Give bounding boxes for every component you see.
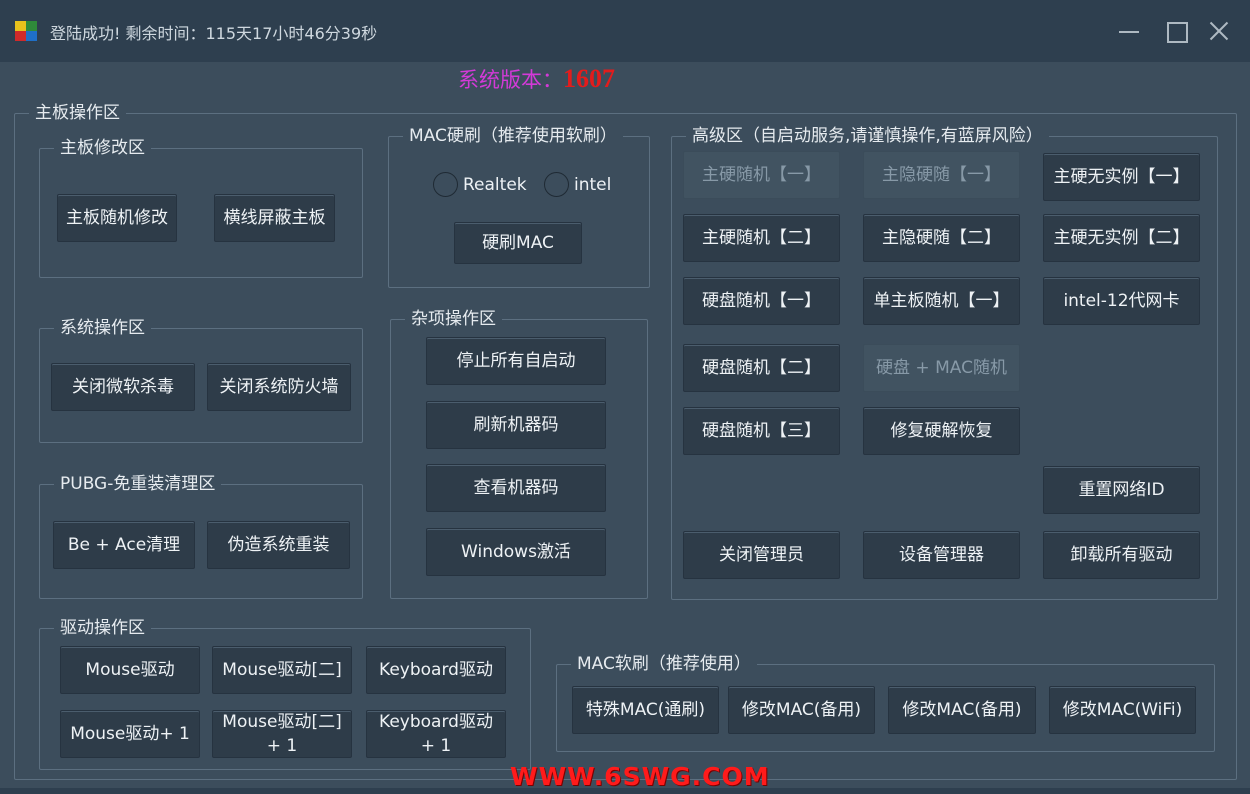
driver-operation-title: 驱动操作区 [54, 615, 151, 641]
disk-random-2-button[interactable]: 硬盘随机【二】 [683, 344, 840, 392]
mainboard-area-title: 主板操作区 [29, 100, 126, 126]
modify-mac-backup-2-button[interactable]: 修改MAC(备用) [888, 686, 1036, 734]
disable-firewall-button[interactable]: 关闭系统防火墙 [207, 363, 351, 411]
mainboard-modify-title: 主板修改区 [54, 135, 151, 161]
advanced-title: 高级区（自启动服务,请谨慎操作,有蓝屏风险） [686, 123, 1049, 149]
stop-autostart-button[interactable]: 停止所有自启动 [426, 337, 606, 385]
button-line-2: + 1 [420, 736, 452, 756]
maximize-icon[interactable] [1165, 20, 1188, 43]
close-admin-button[interactable]: 关闭管理员 [683, 531, 840, 579]
windows-activate-button[interactable]: Windows激活 [426, 528, 606, 576]
radio-label: Realtek [463, 174, 527, 195]
device-manager-button[interactable]: 设备管理器 [863, 531, 1020, 579]
no-instance-1-button[interactable]: 主硬无实例【一】 [1043, 153, 1200, 201]
mac-hard-flash-title: MAC硬刷（推荐使用软刷） [403, 123, 623, 149]
uninstall-drivers-button[interactable]: 卸载所有驱动 [1043, 531, 1200, 579]
button-line-1: Mouse驱动[二] [222, 712, 342, 732]
bottom-border [0, 788, 1250, 794]
mouse-driver-2-button[interactable]: Mouse驱动[二] [212, 646, 352, 694]
mouse-driver-button[interactable]: Mouse驱动 [60, 646, 200, 694]
title-bar: 登陆成功! 剩余时间：115天17小时46分39秒 [0, 0, 1250, 62]
misc-operation-title: 杂项操作区 [405, 306, 502, 332]
intel-12-nic-button[interactable]: intel-12代网卡 [1043, 277, 1200, 325]
hidden-disk-random-1-button[interactable]: 主隐硬随【一】 [863, 151, 1020, 199]
app-icon [15, 21, 37, 41]
radio-intel[interactable]: intel [544, 172, 611, 197]
modify-mac-wifi-button[interactable]: 修改MAC(WiFi) [1049, 686, 1196, 734]
system-version: 系统版本：1607 [458, 64, 615, 94]
window-title: 登陆成功! 剩余时间：115天17小时46分39秒 [50, 24, 378, 43]
disk-random-3-button[interactable]: 硬盘随机【三】 [683, 407, 840, 455]
disk-mac-random-button[interactable]: 硬盘 + MAC随机 [863, 344, 1020, 392]
mainboard-disk-random-2-button[interactable]: 主硬随机【二】 [683, 214, 840, 262]
system-operation-title: 系统操作区 [54, 315, 151, 341]
repair-restore-button[interactable]: 修复硬解恢复 [863, 407, 1020, 455]
radio-circle-icon [544, 172, 569, 197]
radio-circle-icon [433, 172, 458, 197]
special-mac-button[interactable]: 特殊MAC(通刷) [572, 686, 719, 734]
mouse-driver-2-plus1-button[interactable]: Mouse驱动[二] + 1 [212, 710, 352, 758]
be-ace-clean-button[interactable]: Be + Ace清理 [53, 521, 195, 569]
disable-defender-button[interactable]: 关闭微软杀毒 [51, 363, 195, 411]
disk-random-1-button[interactable]: 硬盘随机【一】 [683, 277, 840, 325]
refresh-machine-code-button[interactable]: 刷新机器码 [426, 401, 606, 449]
keyboard-driver-button[interactable]: Keyboard驱动 [366, 646, 506, 694]
no-instance-2-button[interactable]: 主硬无实例【二】 [1043, 214, 1200, 262]
mouse-driver-plus1-button[interactable]: Mouse驱动+ 1 [60, 710, 200, 758]
modify-mac-backup-1-button[interactable]: 修改MAC(备用) [728, 686, 875, 734]
single-mainboard-random-button[interactable]: 单主板随机【一】 [863, 277, 1020, 325]
view-machine-code-button[interactable]: 查看机器码 [426, 464, 606, 512]
hidden-disk-random-2-button[interactable]: 主隐硬随【二】 [863, 214, 1020, 262]
mainboard-random-modify-button[interactable]: 主板随机修改 [57, 194, 177, 242]
fake-reinstall-button[interactable]: 伪造系统重装 [207, 521, 350, 569]
button-line-1: Keyboard驱动 [379, 712, 493, 732]
hide-mainboard-button[interactable]: 横线屏蔽主板 [214, 194, 335, 242]
version-number: 1607 [563, 64, 615, 93]
radio-label: intel [574, 174, 612, 195]
button-line-2: + 1 [266, 736, 298, 756]
version-label: 系统版本： [458, 68, 563, 92]
minimize-icon[interactable] [1118, 20, 1140, 42]
reset-network-id-button[interactable]: 重置网络ID [1043, 466, 1200, 514]
mac-soft-flash-title: MAC软刷（推荐使用） [571, 651, 757, 677]
close-icon[interactable] [1207, 20, 1229, 42]
mac-hard-flash-group: MAC硬刷（推荐使用软刷） [388, 123, 650, 288]
pubg-cleanup-title: PUBG-免重装清理区 [54, 471, 222, 497]
mainboard-disk-random-1-button[interactable]: 主硬随机【一】 [683, 151, 840, 199]
hard-flash-mac-button[interactable]: 硬刷MAC [454, 222, 582, 264]
radio-realtek[interactable]: Realtek [433, 172, 527, 197]
keyboard-driver-plus1-button[interactable]: Keyboard驱动 + 1 [366, 710, 506, 758]
watermark: WWW.6SWG.COM [510, 762, 770, 791]
